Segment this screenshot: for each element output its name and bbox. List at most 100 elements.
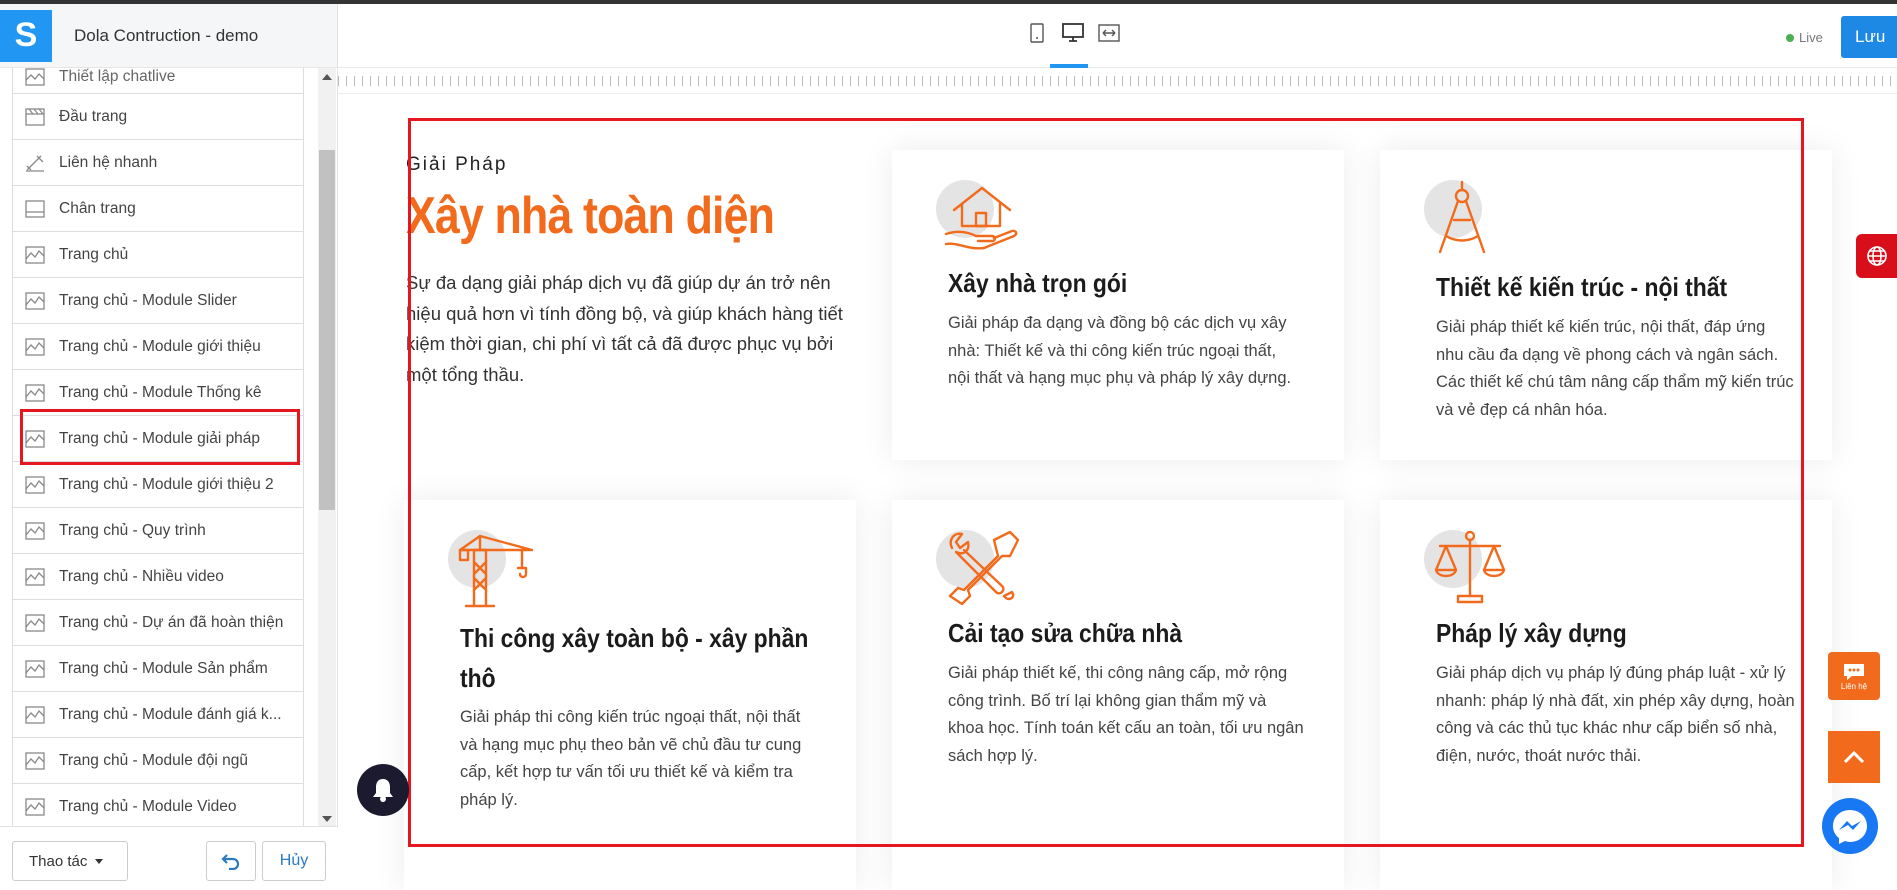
scroll-down-arrow-icon[interactable] bbox=[322, 816, 332, 822]
scroll-thumb[interactable] bbox=[319, 150, 335, 510]
sidebar-item-label: Thiết lập chatlive bbox=[59, 68, 176, 85]
scales-icon bbox=[1434, 530, 1506, 604]
card-icon-wrap bbox=[1424, 180, 1508, 254]
fullwidth-view-button[interactable] bbox=[1098, 22, 1120, 44]
solution-card[interactable]: Thiết kế kiến trúc - nội thất Giải pháp … bbox=[1380, 150, 1832, 460]
solution-card[interactable]: Cải tạo sửa chữa nhà Giải pháp thiết kế,… bbox=[892, 500, 1344, 890]
preview-canvas: Giải Pháp Xây nhà toàn diện Sự đa dạng g… bbox=[338, 94, 1897, 890]
solution-card[interactable]: Pháp lý xây dựng Giải pháp dịch vụ pháp … bbox=[1380, 500, 1832, 890]
card-title: Xây nhà trọn gói bbox=[948, 268, 1128, 298]
panel-header: S Dola Contruction - demo bbox=[0, 4, 337, 68]
left-panel: S Dola Contruction - demo Thiết lập chat… bbox=[0, 4, 338, 890]
crane-icon bbox=[458, 534, 534, 608]
messenger-button[interactable] bbox=[1822, 798, 1878, 854]
sidebar-item-label: Trang chủ - Module giới thiệu bbox=[59, 337, 261, 355]
actions-dropdown-button[interactable]: Thao tác bbox=[12, 841, 128, 881]
scroll-up-arrow-icon[interactable] bbox=[322, 74, 332, 80]
chevron-up-icon bbox=[1843, 750, 1865, 764]
card-description: Giải pháp dịch vụ pháp lý đúng pháp luật… bbox=[1436, 664, 1795, 765]
sidebar-item-label: Trang chủ - Module Sản phẩm bbox=[59, 659, 268, 677]
sidebar-item-label: Chân trang bbox=[59, 199, 136, 217]
sidebar-item-footer[interactable]: Chân trang bbox=[13, 186, 303, 232]
sidebar-item-module-video[interactable]: Trang chủ - Module Video bbox=[13, 784, 303, 830]
sidebar-item-completed-projects[interactable]: Trang chủ - Dự án đã hoàn thiện bbox=[13, 600, 303, 646]
messenger-icon bbox=[1833, 810, 1867, 844]
live-status[interactable]: Live bbox=[1786, 30, 1823, 45]
page-layout-icon bbox=[25, 659, 45, 678]
app-logo[interactable]: S bbox=[0, 9, 52, 62]
page-layout-icon bbox=[25, 337, 45, 356]
pen-layout-icon bbox=[26, 155, 44, 172]
mobile-view-button[interactable] bbox=[1026, 22, 1048, 44]
card-description: Giải pháp đa dạng và đồng bộ các dịch vụ… bbox=[948, 314, 1292, 387]
sidebar-item-label: Trang chủ - Nhiều video bbox=[59, 567, 224, 585]
card-title: Pháp lý xây dựng bbox=[1436, 618, 1627, 648]
sidebar-item-label: Trang chủ - Module đội ngũ bbox=[59, 751, 248, 769]
card-icon-wrap bbox=[936, 180, 1020, 254]
desktop-view-button[interactable] bbox=[1062, 22, 1084, 44]
layout-icon bbox=[25, 68, 45, 86]
page-layout-icon bbox=[25, 245, 45, 264]
undo-icon bbox=[221, 854, 240, 870]
card-description: Giải pháp thi công kiến trúc ngoại thất,… bbox=[460, 708, 802, 809]
page-layout-icon bbox=[25, 613, 45, 632]
save-button[interactable]: Lưu bbox=[1841, 16, 1897, 58]
sidebar-item-module-intro[interactable]: Trang chủ - Module giới thiệu bbox=[13, 324, 303, 370]
sidebar-item-module-slider[interactable]: Trang chủ - Module Slider bbox=[13, 278, 303, 324]
solution-card[interactable]: Thi công xây toàn bộ - xây phần thô Giải… bbox=[404, 500, 856, 890]
section-description: Sự đa dạng giải pháp dịch vụ đã giúp dự … bbox=[406, 272, 843, 385]
mobile-icon bbox=[1030, 23, 1044, 43]
notification-bell-button[interactable] bbox=[357, 764, 409, 816]
undo-button[interactable] bbox=[206, 841, 256, 881]
sidebar-item-label: Trang chủ - Module Slider bbox=[59, 291, 237, 309]
caret-down-icon bbox=[95, 858, 104, 864]
top-bar: Live Lưu bbox=[338, 4, 1897, 68]
globe-icon bbox=[1867, 246, 1887, 266]
sidebar-scrollbar[interactable] bbox=[318, 68, 336, 830]
desktop-icon bbox=[1062, 23, 1084, 42]
page-layout-icon bbox=[25, 383, 45, 402]
device-switcher bbox=[1026, 22, 1120, 44]
solutions-intro: Giải Pháp Xây nhà toàn diện Sự đa dạng g… bbox=[406, 154, 846, 390]
sidebar-item-header[interactable]: Đầu trang bbox=[13, 94, 303, 140]
actions-label: Thao tác bbox=[29, 852, 88, 870]
sidebar-item-label: Trang chủ - Module Thống kê bbox=[59, 383, 262, 401]
language-button[interactable] bbox=[1856, 234, 1897, 278]
contact-button[interactable]: Liên hệ bbox=[1828, 652, 1880, 700]
sidebar-item-label: Trang chủ bbox=[59, 245, 129, 263]
panel-footer: Thao tác Hủy bbox=[0, 826, 338, 890]
sidebar-item-module-reviews[interactable]: Trang chủ - Module đánh giá k... bbox=[13, 692, 303, 738]
card-description: Giải pháp thiết kế kiến trúc, nội thất, … bbox=[1436, 318, 1794, 419]
card-title: Cải tạo sửa chữa nhà bbox=[948, 618, 1183, 648]
back-to-top-button[interactable] bbox=[1828, 731, 1880, 783]
sidebar-item-chatlive[interactable]: Thiết lập chatlive bbox=[13, 68, 303, 94]
card-icon-wrap bbox=[448, 530, 534, 608]
tools-icon bbox=[948, 530, 1020, 606]
sidebar-item-label: Trang chủ - Dự án đã hoàn thiện bbox=[59, 613, 284, 631]
page-layout-icon bbox=[25, 291, 45, 310]
card-title: Thiết kế kiến trúc - nội thất bbox=[1436, 272, 1728, 302]
sidebar-item-home[interactable]: Trang chủ bbox=[13, 232, 303, 278]
solution-card[interactable]: Xây nhà trọn gói Giải pháp đa dạng và đồ… bbox=[892, 150, 1344, 460]
card-description: Giải pháp thiết kế, thi công nâng cấp, m… bbox=[948, 664, 1304, 765]
page-layout-icon bbox=[25, 567, 45, 586]
sidebar-item-module-products[interactable]: Trang chủ - Module Sản phẩm bbox=[13, 646, 303, 692]
card-icon-wrap bbox=[936, 530, 1020, 606]
footer-layout-icon bbox=[25, 199, 45, 218]
compass-icon bbox=[1438, 180, 1486, 254]
selected-item-highlight bbox=[20, 409, 300, 465]
sidebar-item-process[interactable]: Trang chủ - Quy trình bbox=[13, 508, 303, 554]
sidebar-item-quick-contact[interactable]: Liên hệ nhanh bbox=[13, 140, 303, 186]
contact-label: Liên hệ bbox=[1840, 681, 1868, 691]
sidebar-item-label: Trang chủ - Module giới thiệu 2 bbox=[59, 475, 274, 493]
card-title: Thi công xây toàn bộ - xây phần thô bbox=[460, 623, 809, 693]
cancel-button[interactable]: Hủy bbox=[262, 841, 326, 881]
sidebar-item-module-team[interactable]: Trang chủ - Module đội ngũ bbox=[13, 738, 303, 784]
bell-icon bbox=[373, 779, 393, 802]
sidebar-item-label: Trang chủ - Quy trình bbox=[59, 521, 206, 539]
page-layout-icon bbox=[25, 751, 45, 770]
sidebar-item-videos[interactable]: Trang chủ - Nhiều video bbox=[13, 554, 303, 600]
section-kicker: Giải Pháp bbox=[406, 154, 508, 175]
sidebar-item-module-intro-2[interactable]: Trang chủ - Module giới thiệu 2 bbox=[13, 462, 303, 508]
live-label: Live bbox=[1799, 30, 1823, 45]
